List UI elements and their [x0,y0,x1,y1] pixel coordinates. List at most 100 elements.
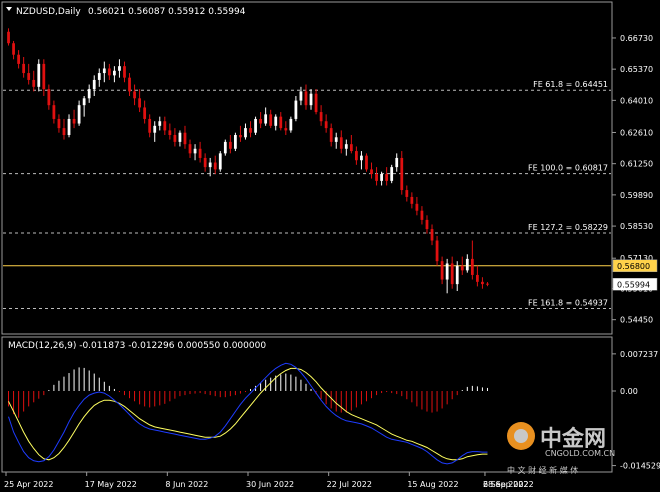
candle-body [486,283,489,285]
price-panel-frame [1,1,613,335]
candle-body [62,128,66,135]
candle-body [82,98,86,106]
candle-body [249,128,252,133]
candle-body [355,151,358,161]
date-tick-label: 30 Jun 2022 [246,480,294,489]
candle-body [365,155,368,170]
candle-body [324,121,328,129]
candle-body [123,66,126,78]
price-tick-label: 0.59890 [620,191,653,200]
candle-body [264,114,268,124]
candle-body [57,118,61,129]
candle-body [183,132,187,145]
candle-body [138,98,141,108]
fib-levels: FE 61.8 = 0.64451 FE 100.0 = 0.60817 FE 12… [3,80,611,310]
candle-body [87,89,91,99]
macd-indicator [8,362,488,465]
candle-body [395,157,399,168]
candle-body [72,118,76,124]
macd-axis: 0.007237 0.00 -0.014529 [612,350,660,471]
candle-body [213,162,217,170]
candle-body [198,148,202,158]
macd-tick-label: -0.014529 [620,462,660,471]
candle-body [430,229,434,241]
candle-body [390,167,394,181]
candle-body [476,274,479,282]
candle-body [380,174,383,181]
candle-body [7,31,10,44]
candle-body [465,258,469,271]
candle-body [42,63,46,90]
candle-body [173,135,177,142]
candle-body [410,196,414,204]
date-tick-label: 25 Apr 2022 [4,480,53,489]
candle-body [163,121,167,131]
candle-body [400,157,404,191]
candle-body [168,130,172,135]
candle-body [97,73,101,80]
candle-body [107,68,111,76]
candle-body [319,112,323,122]
candle-body [329,128,333,142]
candle-body [274,116,278,126]
candle-body [460,265,464,271]
candle-body [450,263,454,285]
hline-price-label: 0.56800 [617,262,650,271]
candle-body [193,148,197,154]
candle-body [67,118,71,135]
candle-body [339,137,343,149]
candle-body [37,63,41,87]
date-tick-label: 17 May 2022 [85,480,137,489]
candle-body [370,169,373,174]
candle-body [92,79,96,90]
date-axis: 25 Apr 2022 17 May 2022 8 Jun 2022 30 Jun 2… [4,472,534,489]
candle-body [254,118,257,133]
candle-body [405,190,409,197]
candle-body [223,141,227,154]
candle-body [334,137,338,142]
chart-window[interactable]: NZDUSD,Daily 0.56021 0.56087 0.55912 0.5… [0,0,660,492]
candle-body [445,263,449,280]
candle-body [32,79,36,87]
date-tick-label: 28 Sep 2022 [483,480,534,489]
candle-body [22,63,26,74]
date-tick-label: 8 Jun 2022 [165,480,208,489]
candle-body [148,118,152,133]
candle-body [102,68,106,74]
candle-body [143,107,147,119]
candle-body [188,144,192,154]
candle-body [203,157,207,168]
macd-main-line [8,362,488,465]
candle-body [375,174,378,181]
watermark-url: CNGOLD.COM.CN [545,449,615,458]
candle-body [17,54,20,64]
candle-body [234,135,237,149]
candle-body [435,240,439,262]
symbol-dropdown-icon[interactable] [6,7,12,11]
candle-body [481,281,484,285]
fib-label: FE 100.0 = 0.60817 [528,164,608,173]
price-tick-label: 0.65370 [620,65,653,74]
price-tick-label: 0.62610 [620,128,653,137]
candle-body [470,258,474,275]
candle-body [77,105,81,124]
ohlc-readout: 0.56021 0.56087 0.55912 0.55994 [88,7,246,17]
symbol-title: NZDUSD,Daily [16,7,81,17]
candle-body [360,155,363,161]
date-tick-label: 15 Aug 2022 [407,480,458,489]
candle-body [344,144,348,149]
price-tick-label: 0.54450 [620,316,653,325]
candle-body [269,114,273,126]
candle-body [349,144,353,152]
candle-body [47,89,51,106]
candle-body [259,118,262,124]
candle-body [208,162,212,168]
candle-body [153,125,157,133]
candle-body [133,91,136,99]
current-price-label: 0.55994 [617,280,650,289]
fib-label: FE 161.8 = 0.54937 [528,299,608,308]
candle-body [279,116,283,129]
date-tick-label: 22 Jul 2022 [327,480,372,489]
candle-body [309,93,313,106]
price-tick-label: 0.64010 [620,96,653,105]
